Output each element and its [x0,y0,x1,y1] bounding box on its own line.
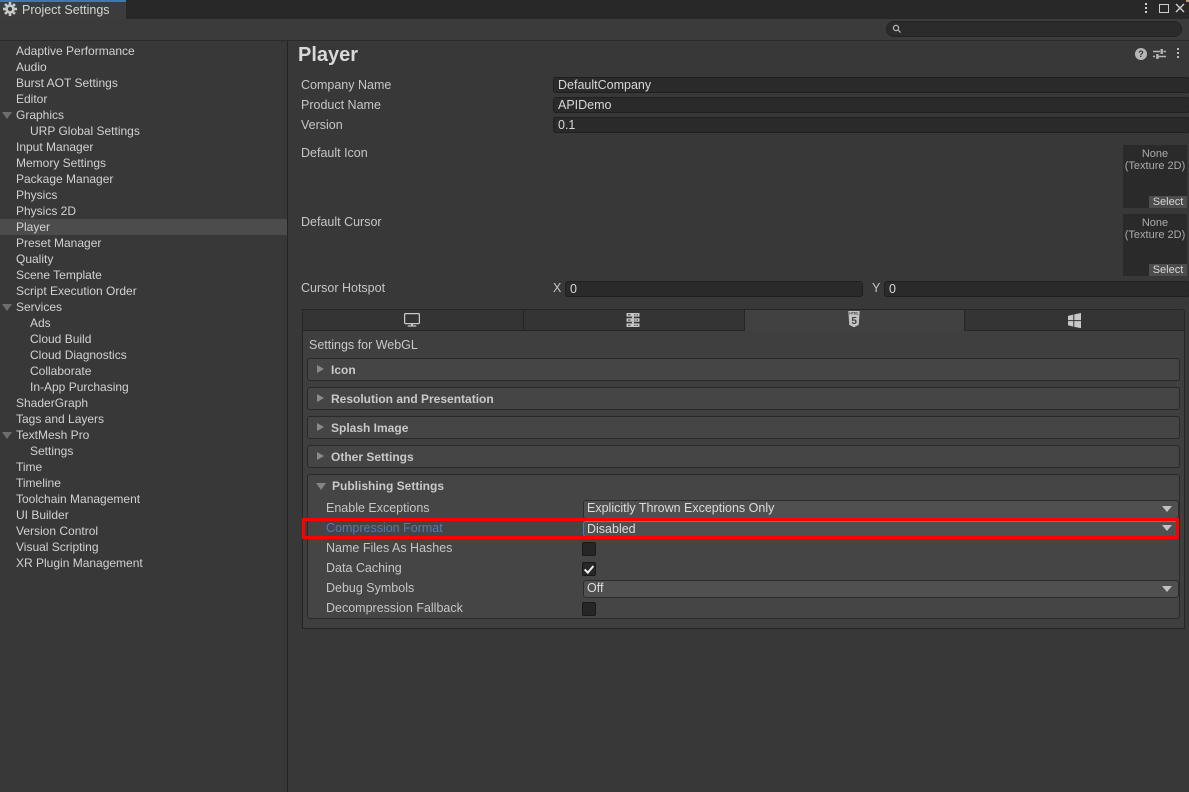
svg-text:5: 5 [851,316,857,327]
